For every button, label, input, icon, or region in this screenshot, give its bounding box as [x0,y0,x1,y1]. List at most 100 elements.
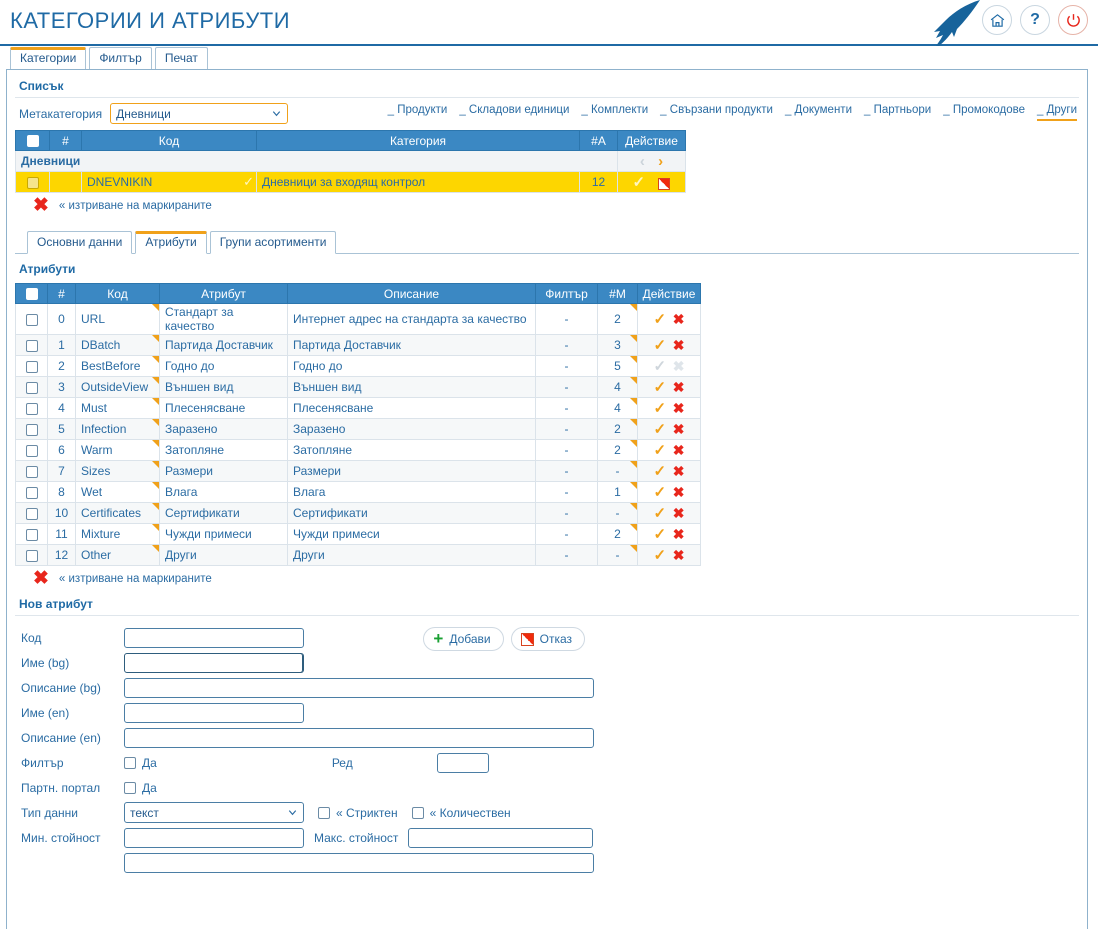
delete-icon[interactable]: ✖ [673,379,685,395]
row-checkbox[interactable] [25,444,38,457]
table-row[interactable]: 8 Wet Влага Влага -1 ✓ ✖ [15,481,701,503]
confirm-icon[interactable]: ✓ [654,547,667,564]
row-checkbox[interactable] [25,381,38,394]
delete-icon[interactable]: ✖ [673,526,685,542]
delete-icon[interactable]: ✖ [673,311,685,327]
sublink-products[interactable]: _ Продукти [388,104,448,119]
table-row[interactable]: DNEVNIKIN ✓ Дневници за входящ контрол 1… [15,171,686,193]
confirm-icon[interactable]: ✓ [654,379,667,396]
extra-input[interactable] [124,852,594,873]
table-row[interactable]: 5 Infection Заразено Заразено -2 ✓ ✖ [15,418,701,440]
name-en-input[interactable] [124,702,304,723]
cancel-button[interactable]: Отказ [510,627,585,651]
delete-icon[interactable]: ✖ [673,484,685,500]
table-row[interactable]: 2 BestBefore Годно до Годно до -5 ✓ ✖ [15,355,701,377]
table-row[interactable]: 10 Certificates Сертификати Сертификати - - ✓ … [15,502,701,524]
attributes-select-all-header[interactable] [15,283,48,304]
row-checkbox[interactable] [25,465,38,478]
row-checkbox[interactable] [25,339,38,352]
sublink-documents[interactable]: _ Документи [785,104,852,119]
confirm-icon[interactable]: ✓ [633,174,646,191]
delete-icon[interactable]: ✖ [673,400,685,416]
table-row[interactable]: 3 OutsideView Външен вид Външен вид -4 ✓ ✖ [15,376,701,398]
confirm-icon[interactable]: ✓ [654,421,667,438]
attribute-row-checkbox-cell[interactable] [15,303,48,335]
categories-delete-marked-label[interactable]: « изтриване на маркираните [59,200,212,212]
attribute-row-checkbox-cell[interactable] [15,397,48,419]
table-row[interactable]: 6 Warm Затопляне Затопляне -2 ✓ ✖ [15,439,701,461]
confirm-icon[interactable]: ✓ [654,526,667,543]
desc-bg-input[interactable] [124,677,594,698]
table-row[interactable]: 0 URL Стандарт за качество Интернет адрес н… [15,303,701,335]
sublink-others[interactable]: _ Други [1036,104,1077,121]
power-icon[interactable] [1058,5,1088,35]
row-checkbox[interactable] [25,360,38,373]
name-bg-input[interactable] [124,652,304,673]
attribute-row-checkbox-cell[interactable] [15,355,48,377]
delete-icon[interactable]: ✖ [673,547,685,563]
tab-attributes[interactable]: Атрибути [135,231,207,254]
min-input[interactable] [124,827,304,848]
row-checkbox[interactable] [25,507,38,520]
sublink-related-products[interactable]: _ Свързани продукти [660,104,773,119]
desc-en-input[interactable] [124,727,594,748]
tab-print[interactable]: Печат [154,47,208,69]
attribute-row-checkbox-cell[interactable] [15,481,48,503]
attribute-row-checkbox-cell[interactable] [15,376,48,398]
metacategory-select[interactable]: Дневници [110,103,289,124]
table-row[interactable]: 12 Other Други Други - - ✓ ✖ [15,544,701,566]
delete-icon[interactable]: ✖ [673,505,685,521]
confirm-icon[interactable]: ✓ [654,311,667,328]
row-checkbox[interactable] [25,423,38,436]
attribute-row-checkbox-cell[interactable] [15,523,48,545]
help-icon[interactable]: ? [1020,5,1050,35]
confirm-icon[interactable]: ✓ [654,463,667,480]
table-row[interactable]: 1 DBatch Партида Доставчик Партида Доставчи… [15,334,701,356]
strict-checkbox[interactable] [318,806,330,819]
cancel-icon[interactable] [658,177,671,190]
delete-icon[interactable]: ✖ [673,337,685,353]
confirm-icon[interactable]: ✓ [654,484,667,501]
attributes-delete-marked-label[interactable]: « изтриване на маркираните [59,573,212,585]
max-input[interactable] [408,827,594,848]
attribute-row-checkbox-cell[interactable] [15,439,48,461]
attribute-row-checkbox-cell[interactable] [15,544,48,566]
add-button[interactable]: + Добави [423,627,504,651]
code-input[interactable] [124,627,304,648]
order-input[interactable] [436,752,489,773]
tab-assortment-groups[interactable]: Групи асортименти [209,231,337,254]
tab-categories[interactable]: Категории [10,47,87,69]
prev-page-icon[interactable]: ‹ [640,153,645,170]
attribute-row-checkbox-cell[interactable] [15,334,48,356]
attribute-row-checkbox-cell[interactable] [15,502,48,524]
row-checkbox[interactable] [25,402,38,415]
select-all-checkbox[interactable] [25,288,38,301]
categories-select-all-header[interactable] [15,130,50,151]
delete-marked-icon[interactable]: ✖ [33,569,49,588]
row-checkbox[interactable] [26,176,39,189]
quantitative-checkbox[interactable] [411,806,424,819]
portal-checkbox[interactable] [124,781,136,794]
delete-icon[interactable]: ✖ [673,463,685,479]
table-row[interactable]: 4 Must Плесенясване Плесенясване -4 ✓ ✖ [15,397,701,419]
confirm-icon[interactable]: ✓ [654,505,667,522]
row-checkbox[interactable] [25,313,38,326]
sublink-partners[interactable]: _ Партньори [864,104,931,119]
delete-icon[interactable]: ✖ [673,421,685,437]
category-row-checkbox-cell[interactable] [15,171,50,193]
next-page-icon[interactable]: › [658,153,663,170]
confirm-icon[interactable]: ✓ [654,442,667,459]
table-row[interactable]: 7 Sizes Размери Размери - - ✓ ✖ [15,460,701,482]
datatype-select[interactable]: текст [124,802,304,823]
delete-marked-icon[interactable]: ✖ [33,196,49,215]
table-row[interactable]: 11 Mixture Чужди примеси Чужди примеси -2 ✓ ✖ [15,523,701,545]
attribute-row-checkbox-cell[interactable] [15,460,48,482]
delete-icon[interactable]: ✖ [673,358,685,374]
confirm-icon[interactable]: ✓ [654,400,667,417]
sublink-promocodes[interactable]: _ Промокодове [943,104,1025,119]
confirm-icon[interactable]: ✓ [654,358,667,375]
sublink-kits[interactable]: _ Комплекти [581,104,648,119]
filter-checkbox[interactable] [124,756,136,769]
home-icon[interactable] [982,5,1012,35]
confirm-icon[interactable]: ✓ [654,337,667,354]
